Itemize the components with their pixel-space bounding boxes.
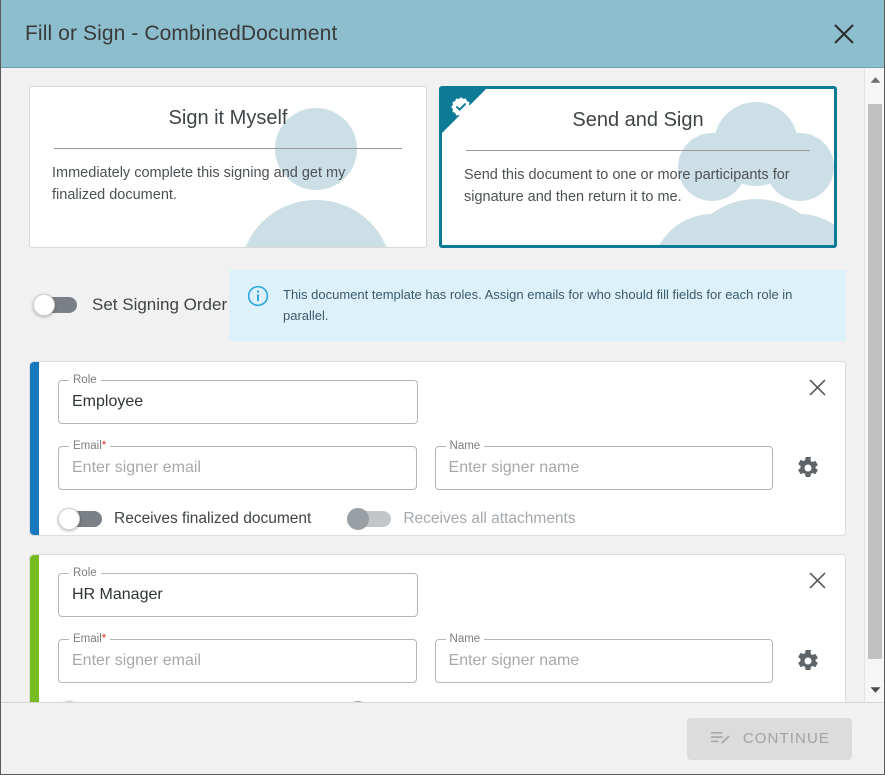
signer-name-placeholder: Enter signer name (448, 651, 580, 669)
role-settings-button[interactable] (791, 644, 825, 678)
scroll-down-button[interactable] (865, 680, 884, 700)
info-circle-icon (247, 285, 269, 307)
remove-role-button[interactable] (801, 372, 833, 404)
signer-name-field[interactable]: Name Enter signer name (434, 437, 774, 490)
signer-email-field[interactable]: Email* Enter signer email (58, 437, 417, 490)
role-switches-row: Receives finalized document Receives all… (58, 507, 825, 530)
set-signing-order-toggle[interactable] (33, 294, 79, 317)
signer-email-field[interactable]: Email* Enter signer email (58, 630, 417, 683)
verified-check-badge-icon (451, 97, 471, 117)
option-description: Send this document to one or more partic… (464, 167, 790, 206)
signature-pen-icon (710, 731, 730, 743)
signer-name-field[interactable]: Name Enter signer name (434, 630, 774, 683)
role-switches-row: Receives finalized document Receives all… (58, 700, 825, 702)
role-accent-bar (30, 361, 39, 535)
field-label: Email* (69, 437, 111, 454)
caret-down-icon (869, 687, 881, 693)
field-label: Role (69, 371, 101, 388)
dialog-title: Fill or Sign - CombinedDocument (25, 21, 338, 45)
signer-email-placeholder: Enter signer email (72, 651, 201, 669)
receives-finalized-document-toggle[interactable] (58, 507, 104, 530)
gear-icon (798, 456, 818, 477)
receives-all-attachments-toggle (347, 507, 393, 530)
field-label: Name (445, 630, 485, 647)
dialog-footer: CONTINUE (1, 702, 884, 774)
field-label: Email* (69, 630, 111, 647)
role-name-field[interactable]: Role HR Manager (58, 564, 418, 617)
signing-order-cell: Set Signing Order (29, 270, 229, 341)
role-name-value: HR Manager (72, 585, 163, 603)
dialog-body: Sign it Myself Immediately complete this… (1, 68, 884, 702)
signing-order-row: Set Signing Order This document template… (29, 270, 846, 341)
signer-fields-row: Email* Enter signer email Name Enter sig… (58, 630, 825, 683)
fill-or-sign-dialog: Fill or Sign - CombinedDocument Sign it … (0, 0, 885, 775)
dialog-titlebar: Fill or Sign - CombinedDocument (1, 0, 884, 68)
toggle-knob (347, 700, 370, 702)
scrollbar-thumb[interactable] (868, 104, 882, 659)
receives-finalized-document-toggle[interactable] (58, 700, 104, 702)
option-description: Immediately complete this signing and ge… (52, 165, 346, 204)
signer-email-placeholder: Enter signer email (72, 458, 201, 476)
continue-button-label: CONTINUE (742, 730, 830, 747)
signer-fields-row: Email* Enter signer email Name Enter sig… (58, 437, 825, 490)
role-card-employee: Role Employee Email* Enter signer email … (29, 360, 846, 536)
option-title: Sign it Myself (168, 107, 288, 129)
field-label: Role (69, 564, 101, 581)
role-settings-button[interactable] (791, 451, 825, 485)
role-accent-bar (30, 554, 39, 702)
scroll-content: Sign it Myself Immediately complete this… (1, 68, 864, 702)
gear-icon (798, 649, 818, 670)
toggle-knob (33, 294, 55, 317)
toggle-knob (58, 507, 80, 530)
receives-all-attachments-toggle (347, 700, 393, 702)
toggle-knob (58, 700, 80, 702)
role-card-hr-manager: Role HR Manager Email* Enter signer emai… (29, 553, 846, 702)
scroll-up-button[interactable] (865, 70, 884, 90)
option-card-send-and-sign[interactable]: Send and Sign Send this document to one … (439, 86, 837, 248)
set-signing-order-label: Set Signing Order (92, 295, 228, 315)
roles-info-banner: This document template has roles. Assign… (229, 270, 846, 341)
signing-mode-options: Sign it Myself Immediately complete this… (29, 86, 846, 248)
receives-all-attachments-label: Receives all attachments (403, 509, 576, 527)
role-name-field[interactable]: Role Employee (58, 371, 418, 424)
signer-name-placeholder: Enter signer name (448, 458, 580, 476)
option-title: Send and Sign (572, 109, 704, 131)
role-name-value: Employee (72, 392, 144, 410)
close-icon (808, 379, 826, 396)
receives-finalized-document-label: Receives finalized document (114, 509, 312, 527)
continue-button[interactable]: CONTINUE (686, 717, 852, 760)
close-dialog-button[interactable] (826, 16, 862, 52)
close-icon (808, 572, 826, 589)
field-label: Name (445, 437, 485, 454)
caret-up-icon (869, 77, 881, 83)
roles-info-text: This document template has roles. Assign… (283, 287, 793, 324)
option-card-sign-it-myself[interactable]: Sign it Myself Immediately complete this… (29, 86, 427, 248)
vertical-scrollbar[interactable] (864, 68, 884, 702)
remove-role-button[interactable] (801, 565, 833, 597)
close-icon (834, 23, 854, 44)
